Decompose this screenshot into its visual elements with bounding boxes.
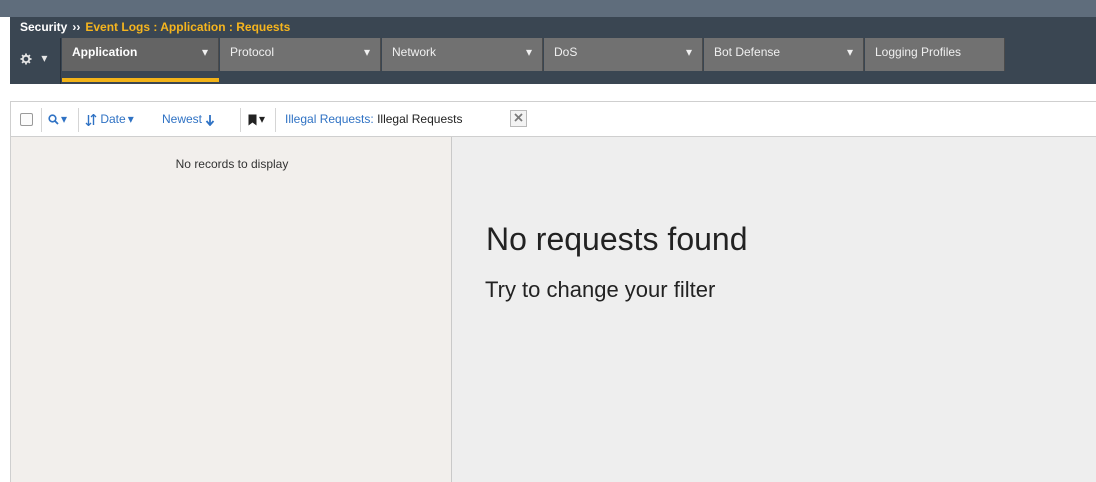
chevron-down-icon: ▾ <box>61 112 68 126</box>
search-icon <box>48 114 59 125</box>
sort-order-label: Newest <box>162 112 203 126</box>
chevron-down-icon[interactable]: ▾ <box>202 45 208 59</box>
divider <box>78 108 79 132</box>
empty-state-title: No requests found <box>486 221 748 257</box>
filter-value: Illegal Requests <box>377 112 463 126</box>
request-list-pane: No records to display <box>10 137 452 482</box>
sort-order-button[interactable]: Newest <box>162 102 215 136</box>
active-tab-indicator <box>62 78 219 82</box>
tab-label: DoS <box>554 45 578 59</box>
sort-icon <box>85 113 97 127</box>
close-icon <box>514 112 523 122</box>
list-toolbar: ▾ Date ▾ Newest ▾ Illegal Requests: Illeg… <box>10 101 1096 137</box>
chevron-down-icon: ▾ <box>127 112 134 126</box>
chevron-down-icon: ▾ <box>259 112 266 126</box>
tab-label: Application <box>72 45 138 59</box>
chevron-down-icon[interactable]: ▾ <box>847 45 853 59</box>
arrow-down-icon <box>206 114 215 127</box>
breadcrumb: Security ›› Event Logs : Application : Req… <box>10 17 1096 38</box>
chevron-down-icon[interactable]: ▾ <box>686 45 692 59</box>
sort-field-button[interactable]: Date ▾ <box>85 102 134 136</box>
breadcrumb-separator: ›› <box>72 20 81 34</box>
tab-protocol[interactable]: Protocol ▾ <box>220 38 381 71</box>
options-menu-button[interactable]: ▾ <box>10 38 61 84</box>
tab-bot-defense[interactable]: Bot Defense ▾ <box>704 38 864 71</box>
tab-bar: ▾ Application ▾ Protocol ▾ Network ▾ DoS… <box>10 38 1096 84</box>
tab-logging-profiles[interactable]: Logging Profiles <box>865 38 1005 71</box>
filter-label: Illegal Requests: <box>285 112 374 126</box>
empty-state-subtitle: Try to change your filter <box>485 277 716 302</box>
gear-icon <box>20 53 32 65</box>
search-menu-button[interactable]: ▾ <box>48 102 67 136</box>
divider <box>240 108 241 132</box>
tab-network[interactable]: Network ▾ <box>382 38 543 71</box>
tab-application[interactable]: Application ▾ <box>62 38 219 71</box>
breadcrumb-root[interactable]: Security <box>20 20 67 34</box>
chevron-down-icon[interactable]: ▾ <box>364 45 370 59</box>
request-details-pane: No requests found Try to change your fil… <box>452 137 1096 482</box>
remove-filter-button[interactable] <box>510 110 527 127</box>
saved-filters-button[interactable]: ▾ <box>248 102 265 136</box>
top-strip <box>0 0 1096 17</box>
sort-field-label: Date <box>100 112 126 126</box>
chevron-down-icon: ▾ <box>41 51 48 65</box>
tab-label: Logging Profiles <box>875 45 962 59</box>
tab-label: Bot Defense <box>714 45 781 59</box>
breadcrumb-path[interactable]: Event Logs : Application : Requests <box>85 20 290 34</box>
tab-label: Network <box>392 45 437 59</box>
tab-dos[interactable]: DoS ▾ <box>544 38 703 71</box>
empty-list-message: No records to display <box>175 157 289 171</box>
divider <box>275 108 276 132</box>
active-filter[interactable]: Illegal Requests: Illegal Requests <box>285 102 462 136</box>
bookmark-icon <box>248 114 257 126</box>
divider <box>41 108 42 132</box>
chevron-down-icon[interactable]: ▾ <box>526 45 532 59</box>
tab-label: Protocol <box>230 45 275 59</box>
select-all-checkbox[interactable] <box>20 113 33 126</box>
